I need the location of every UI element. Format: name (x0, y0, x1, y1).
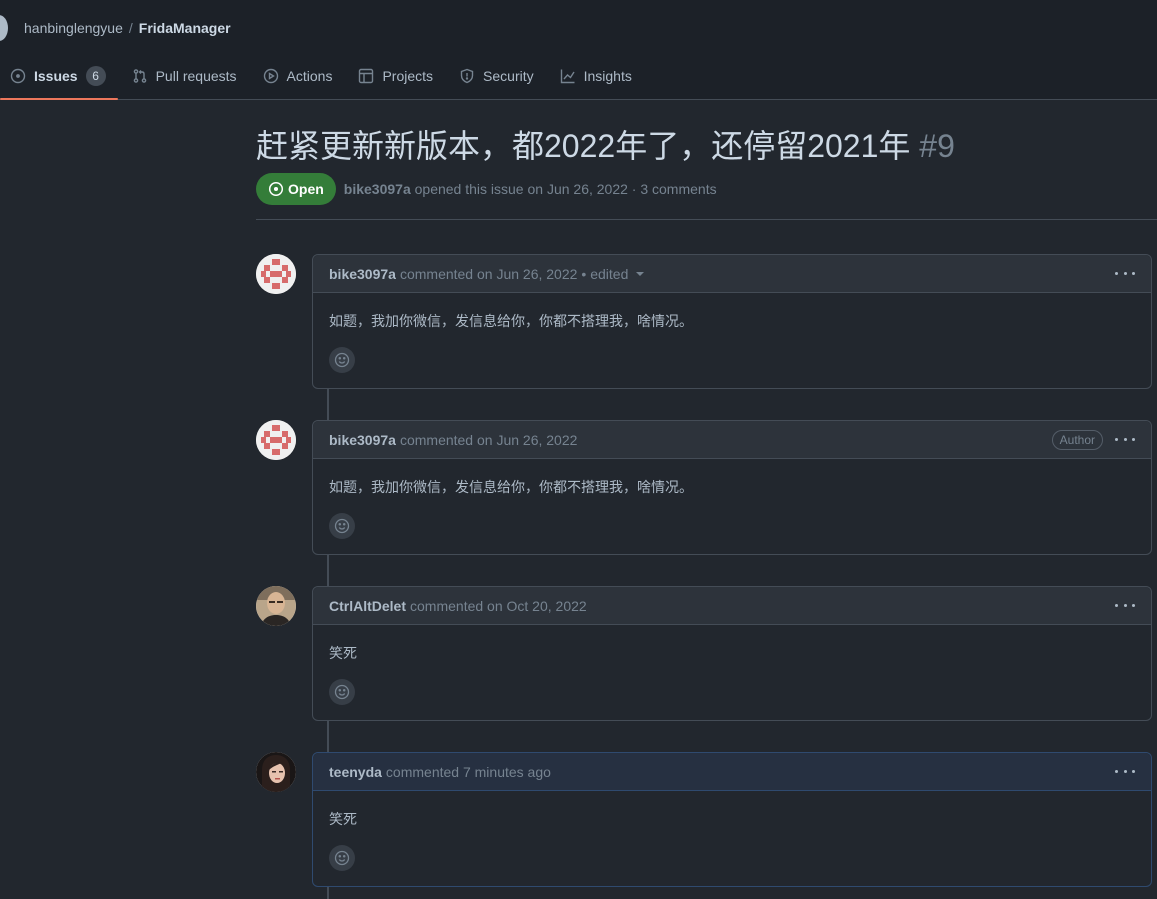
avatar[interactable] (256, 586, 296, 626)
kebab-horizontal-icon[interactable] (1115, 597, 1135, 613)
comment-box: bike3097a commented on Jun 26, 2022 Auth… (312, 420, 1152, 555)
add-reaction-button[interactable] (329, 679, 355, 705)
author-label: Author (1051, 430, 1103, 450)
comment-author[interactable]: bike3097a (329, 432, 396, 448)
add-reaction-button[interactable] (329, 347, 355, 373)
tab-actions[interactable]: Actions (253, 58, 345, 94)
tab-insights-label: Insights (583, 68, 632, 84)
comment-author[interactable]: bike3097a (329, 266, 396, 282)
avatar[interactable] (256, 420, 296, 460)
identicon-avatar-icon (256, 420, 296, 460)
git-pull-request-icon (133, 69, 146, 83)
comment-box: teenyda commented 7 minutes ago 笑死 (312, 752, 1152, 887)
tab-issues-label: Issues (34, 68, 78, 84)
issue-author-link[interactable]: bike3097a (344, 181, 411, 197)
tab-actions-label: Actions (286, 68, 333, 84)
avatar[interactable] (256, 254, 296, 294)
comment-header: bike3097a commented on Jun 26, 2022 Auth… (313, 421, 1151, 459)
identicon-avatar-icon (256, 254, 296, 294)
issues-counter: 6 (85, 66, 106, 86)
comment-timestamp[interactable]: commented 7 minutes ago (386, 764, 551, 780)
shield-icon (460, 68, 474, 84)
add-reaction-button[interactable] (329, 845, 355, 871)
comment-timestamp[interactable]: commented on Oct 20, 2022 (410, 598, 587, 614)
comment-edited-marker[interactable]: • edited (581, 266, 628, 282)
table-icon (359, 68, 374, 84)
tab-security-label: Security (483, 68, 534, 84)
comment-header: CtrlAltDelet commented on Oct 20, 2022 (313, 587, 1151, 625)
chevron-down-icon[interactable] (636, 271, 645, 276)
user-photo-avatar-icon (256, 752, 296, 792)
user-photo-avatar-icon (256, 586, 296, 626)
comment-header: teenyda commented 7 minutes ago (313, 753, 1151, 791)
tab-pull-requests-label: Pull requests (155, 68, 237, 84)
repo-avatar-icon[interactable] (0, 15, 8, 41)
issue-state-badge: Open (256, 173, 336, 205)
tab-insights[interactable]: Insights (550, 58, 644, 94)
comment-body: 笑死 (329, 645, 357, 661)
tab-projects[interactable]: Projects (348, 58, 445, 94)
issue-title-text: 赶紧更新新版本，都2022年了，还停留2021年 (256, 128, 911, 164)
repo-tabs: Issues 6 Pull requests Actions Projects … (0, 58, 648, 100)
smiley-icon (334, 850, 350, 866)
tab-security[interactable]: Security (449, 58, 546, 94)
issue-title: 赶紧更新新版本，都2022年了，还停留2021年 #9 (256, 124, 955, 168)
issue-number: #9 (919, 128, 955, 164)
issue-opened-icon (10, 68, 26, 84)
repo-header: hanbinglengyue / FridaManager Issues 6 Pul… (0, 0, 1157, 100)
breadcrumb-separator: / (128, 20, 133, 36)
kebab-horizontal-icon[interactable] (1115, 265, 1135, 281)
repo-name-link[interactable]: FridaManager (139, 20, 231, 36)
issue-meta-text: bike3097a opened this issue on Jun 26, 2… (344, 181, 717, 197)
comment-author[interactable]: CtrlAltDelet (329, 598, 406, 614)
add-reaction-button[interactable] (329, 513, 355, 539)
graph-icon (560, 69, 575, 84)
comment-box: bike3097a commented on Jun 26, 2022 • ed… (312, 254, 1152, 389)
tab-projects-label: Projects (382, 68, 434, 84)
comment-timestamp[interactable]: commented on Jun 26, 2022 (400, 266, 577, 282)
header-divider (256, 219, 1157, 220)
avatar[interactable] (256, 752, 296, 792)
play-icon (263, 68, 278, 84)
issue-meta: Open bike3097a opened this issue on Jun … (256, 173, 717, 205)
tab-pull-requests[interactable]: Pull requests (122, 58, 249, 94)
breadcrumb: hanbinglengyue / FridaManager (24, 19, 231, 37)
comment-box: CtrlAltDelet commented on Oct 20, 2022 笑… (312, 586, 1152, 721)
smiley-icon (334, 684, 350, 700)
kebab-horizontal-icon[interactable] (1115, 431, 1135, 447)
tab-issues[interactable]: Issues 6 (0, 58, 118, 100)
smiley-icon (334, 352, 350, 368)
comment-timestamp[interactable]: commented on Jun 26, 2022 (400, 432, 577, 448)
comment-header: bike3097a commented on Jun 26, 2022 • ed… (313, 255, 1151, 293)
comment-author[interactable]: teenyda (329, 764, 382, 780)
comment-body: 如题，我加你微信，发信息给你，你都不搭理我，啥情况。 (329, 479, 693, 495)
issue-meta-description: opened this issue on Jun 26, 2022 · 3 co… (414, 181, 717, 197)
issue-state-label: Open (288, 181, 324, 197)
comment-body: 如题，我加你微信，发信息给你，你都不搭理我，啥情况。 (329, 313, 693, 329)
smiley-icon (334, 518, 350, 534)
repo-owner-link[interactable]: hanbinglengyue (24, 20, 123, 36)
kebab-horizontal-icon[interactable] (1115, 763, 1135, 779)
issue-opened-icon (268, 181, 284, 197)
comment-body: 笑死 (329, 811, 357, 827)
